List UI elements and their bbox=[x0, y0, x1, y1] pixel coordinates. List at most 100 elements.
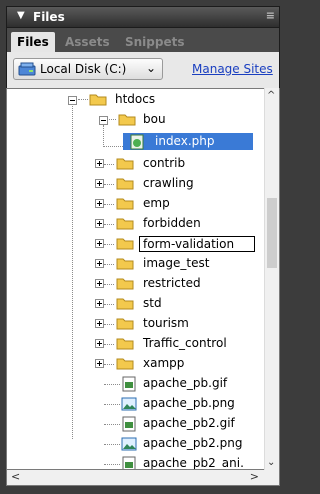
tree-connector bbox=[104, 304, 114, 305]
tree-item-label: htdocs bbox=[115, 92, 156, 106]
tab-snippets[interactable]: Snippets bbox=[119, 32, 191, 52]
tree-item-file[interactable]: apache_pb.png bbox=[7, 395, 265, 413]
tree-item-label: apache_pb.png bbox=[143, 396, 235, 410]
collapse-triangle-icon[interactable]: ▼ bbox=[17, 10, 25, 21]
panel-options-icon[interactable]: ≡ bbox=[266, 9, 275, 22]
tab-files[interactable]: Files bbox=[11, 32, 55, 52]
tree-item-label: apache_pb2.png bbox=[143, 436, 243, 450]
tree-item-file[interactable]: apache_pb.gif bbox=[7, 375, 265, 393]
expand-toggle-icon[interactable] bbox=[95, 299, 104, 308]
vertical-scroll-thumb[interactable] bbox=[267, 198, 277, 268]
collapse-toggle-icon[interactable] bbox=[99, 116, 108, 125]
png-file-icon bbox=[121, 397, 137, 411]
expand-toggle-icon[interactable] bbox=[95, 239, 104, 248]
tree-item-crawling[interactable]: crawling bbox=[7, 175, 265, 193]
panel-header[interactable]: ▼ Files ≡ bbox=[6, 6, 280, 28]
vertical-scrollbar[interactable]: ^ ⌄ bbox=[264, 88, 279, 470]
tree-connector bbox=[104, 444, 120, 445]
tree-connector bbox=[104, 464, 120, 465]
tree-connector bbox=[104, 244, 114, 245]
tree-item-file[interactable]: apache_pb2.gif bbox=[7, 415, 265, 433]
php-file-icon bbox=[130, 134, 144, 150]
panel-title: Files bbox=[33, 10, 65, 24]
tree-item-image-test[interactable]: image_test bbox=[7, 255, 265, 273]
tree-item-label: contrib bbox=[143, 156, 186, 170]
folder-icon bbox=[116, 298, 134, 310]
tree-connector bbox=[104, 264, 114, 265]
horizontal-scrollbar[interactable]: < > bbox=[6, 470, 280, 486]
gif-file-icon bbox=[122, 416, 136, 432]
tree-item-label: xampp bbox=[143, 356, 185, 370]
tree-item-forbidden[interactable]: forbidden bbox=[7, 215, 265, 233]
site-select[interactable]: Local Disk (C:) ⌄ bbox=[13, 58, 163, 80]
tree-item-traffic-control[interactable]: Traffic_control bbox=[7, 335, 265, 353]
folder-icon bbox=[116, 218, 134, 230]
folder-open-icon bbox=[118, 114, 136, 126]
folder-icon bbox=[116, 278, 134, 290]
tree-connector bbox=[104, 164, 114, 165]
rename-field[interactable]: form-validation bbox=[139, 236, 255, 252]
expand-toggle-icon[interactable] bbox=[95, 219, 104, 228]
scroll-down-icon[interactable]: ⌄ bbox=[267, 457, 275, 468]
folder-icon bbox=[116, 358, 134, 370]
folder-icon bbox=[116, 198, 134, 210]
tree-connector bbox=[104, 324, 114, 325]
files-toolbar: Local Disk (C:) ⌄ Manage Sites bbox=[6, 52, 280, 88]
tree-item-label: std bbox=[143, 296, 162, 310]
tree-item-label: crawling bbox=[143, 176, 194, 190]
tree-item-label: apache_pb.gif bbox=[143, 376, 228, 390]
manage-sites-link[interactable]: Manage Sites bbox=[192, 62, 273, 76]
tree-connector bbox=[104, 424, 120, 425]
tree-item-std[interactable]: std bbox=[7, 295, 265, 313]
expand-toggle-icon[interactable] bbox=[95, 359, 104, 368]
expand-toggle-icon[interactable] bbox=[95, 279, 104, 288]
tree-item-index-php[interactable]: index.php bbox=[7, 133, 265, 151]
tree-connector bbox=[104, 224, 114, 225]
folder-open-icon bbox=[89, 94, 107, 106]
tree-item-emp[interactable]: emp bbox=[7, 195, 265, 213]
tree-connector bbox=[104, 364, 114, 365]
expand-toggle-icon[interactable] bbox=[95, 339, 104, 348]
png-file-icon bbox=[121, 437, 137, 451]
tree-item-label: tourism bbox=[143, 316, 189, 330]
folder-icon bbox=[116, 338, 134, 350]
expand-toggle-icon[interactable] bbox=[95, 179, 104, 188]
tree-item-label: apache_pb2_ani. bbox=[143, 456, 244, 470]
tree-item-contrib[interactable]: contrib bbox=[7, 155, 265, 173]
tree-connector bbox=[104, 184, 114, 185]
tree-item-label: image_test bbox=[143, 256, 210, 270]
chevron-down-icon[interactable]: ⌄ bbox=[146, 61, 156, 75]
tree-connector bbox=[104, 284, 114, 285]
tree-connector bbox=[104, 404, 120, 405]
scroll-right-icon[interactable]: > bbox=[250, 470, 259, 483]
scroll-up-icon[interactable]: ^ bbox=[267, 90, 275, 101]
tree-item-htdocs[interactable]: htdocs bbox=[7, 91, 265, 109]
rename-field-value: form-validation bbox=[143, 237, 235, 251]
tree-item-form-validation[interactable]: form-validation bbox=[7, 235, 265, 253]
local-disk-icon bbox=[18, 62, 36, 76]
expand-toggle-icon[interactable] bbox=[95, 319, 104, 328]
tree-item-file[interactable]: apache_pb2.png bbox=[7, 435, 265, 453]
tree-item-xampp[interactable]: xampp bbox=[7, 355, 265, 373]
file-tree: htdocs bou index.php contrib crawling em… bbox=[6, 88, 280, 470]
gif-file-icon bbox=[122, 376, 136, 392]
tree-item-tourism[interactable]: tourism bbox=[7, 315, 265, 333]
tree-item-label: forbidden bbox=[143, 216, 201, 230]
expand-toggle-icon[interactable] bbox=[95, 199, 104, 208]
tree-item-restricted[interactable]: restricted bbox=[7, 275, 265, 293]
tree-item-file[interactable]: apache_pb2_ani. bbox=[7, 455, 265, 470]
tree-item-label: restricted bbox=[143, 276, 201, 290]
tree-connector bbox=[104, 344, 114, 345]
collapse-toggle-icon[interactable] bbox=[68, 96, 77, 105]
tree-item-label: emp bbox=[143, 196, 170, 210]
tree-item-label: Traffic_control bbox=[143, 336, 227, 350]
scroll-left-icon[interactable]: < bbox=[11, 470, 20, 483]
expand-toggle-icon[interactable] bbox=[95, 159, 104, 168]
tab-assets[interactable]: Assets bbox=[59, 32, 116, 52]
expand-toggle-icon[interactable] bbox=[95, 259, 104, 268]
tree-item-label: index.php bbox=[155, 134, 215, 148]
files-panel: ▼ Files ≡ Files Assets Snippets Local Di… bbox=[0, 0, 285, 494]
tree-item-bou[interactable]: bou bbox=[7, 111, 265, 129]
tree-connector bbox=[104, 204, 114, 205]
tree-connector bbox=[104, 384, 120, 385]
